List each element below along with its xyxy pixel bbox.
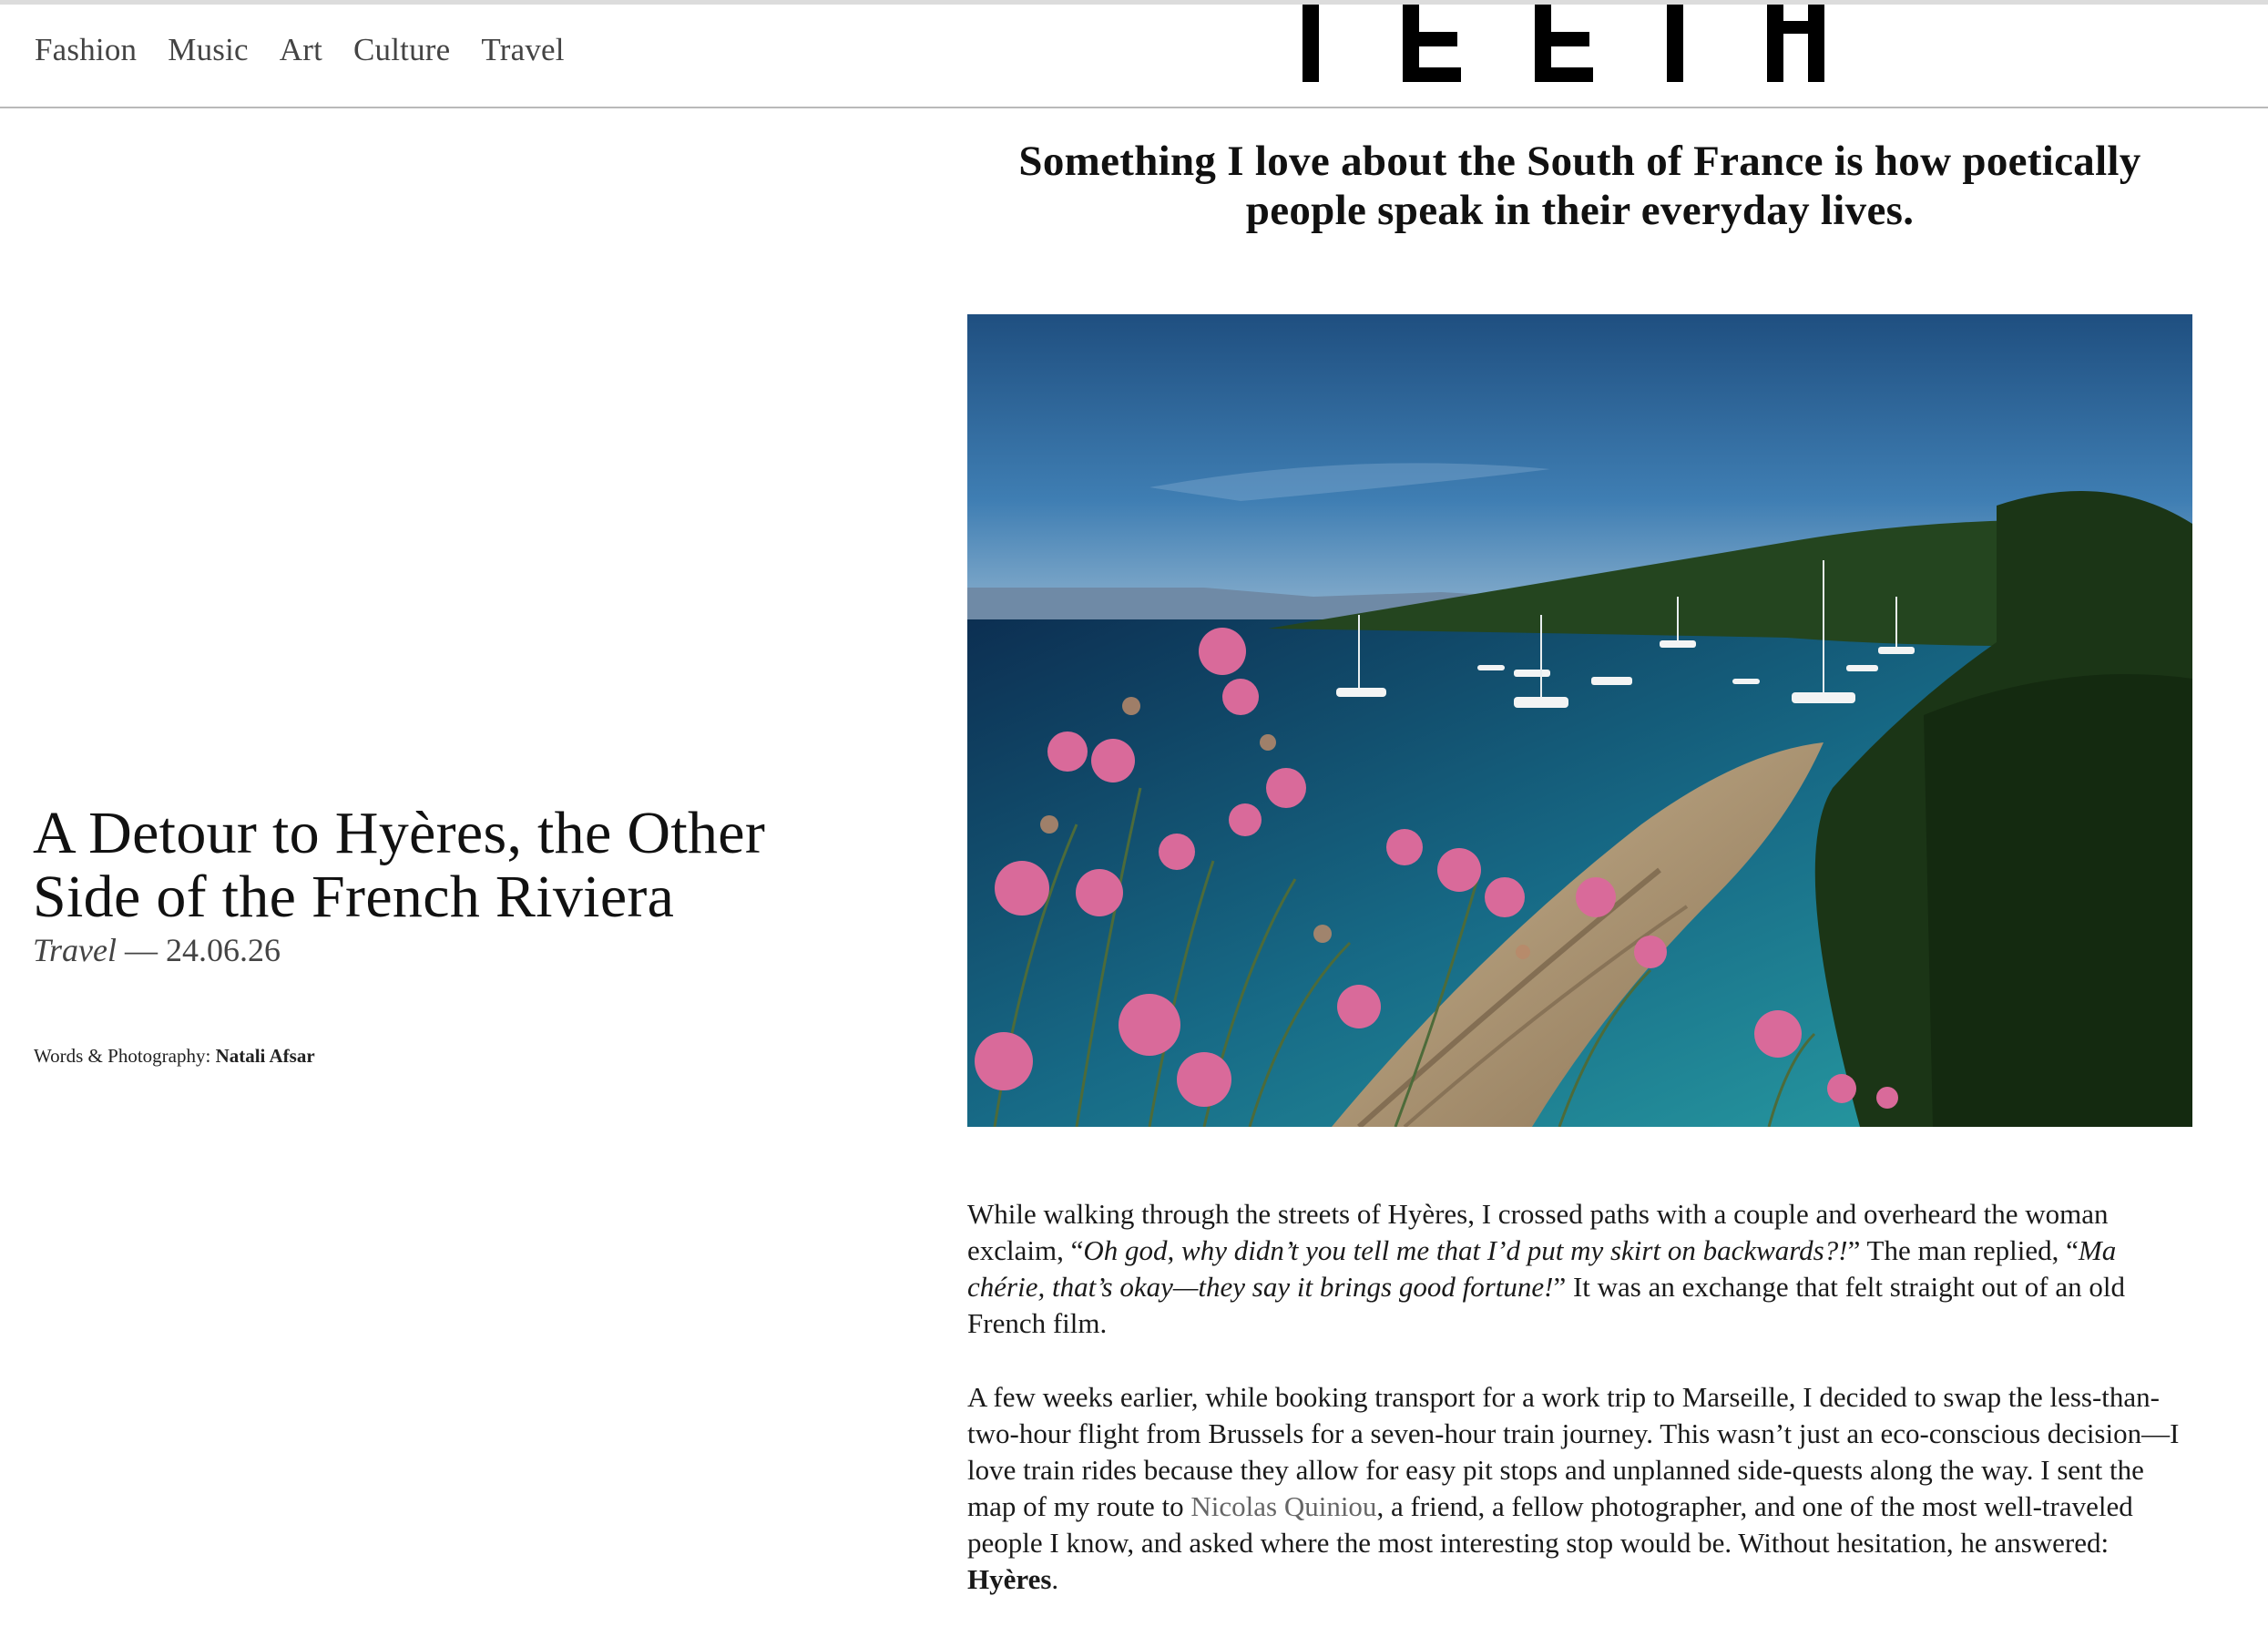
paragraph-1: While walking through the streets of Hyè… [967, 1196, 2192, 1342]
site-logo[interactable] [1293, 5, 1831, 82]
p2-text-3: . [1051, 1563, 1059, 1595]
nav-culture[interactable]: Culture [353, 32, 450, 68]
article-body: Something I love about the South of Fran… [967, 137, 2192, 1595]
logo-wordmark [1303, 5, 1824, 82]
article-meta: Travel — 24.06.26 [33, 931, 853, 969]
site-header: Fashion Music Art Culture Travel [0, 5, 2268, 108]
photo-illustration [967, 314, 2192, 1127]
publish-date: 24.06.26 [166, 932, 281, 968]
p2-bold-hyeres: Hyères [967, 1563, 1052, 1595]
nav-art[interactable]: Art [280, 32, 322, 68]
article-title: A Detour to Hyères, the Other Side of th… [33, 800, 766, 930]
p1-quote-1: Oh god, why didn’t you tell me that I’d … [1083, 1234, 1848, 1266]
nicolas-quiniou-link[interactable]: Nicolas Quiniou [1190, 1490, 1376, 1522]
credits-author[interactable]: Natali Afsar [216, 1045, 315, 1067]
meta-separator: — [117, 932, 167, 968]
p1-text-2: ” The man replied, “ [1847, 1234, 2079, 1266]
article-credits: Words & Photography: Natali Afsar [34, 1045, 315, 1068]
credits-label: Words & Photography: [34, 1045, 216, 1067]
category-link[interactable]: Travel [33, 932, 117, 968]
paragraph-2: A few weeks earlier, while booking trans… [967, 1379, 2192, 1598]
pull-quote: Something I love about the South of Fran… [1018, 138, 2141, 234]
nav-music[interactable]: Music [168, 32, 249, 68]
article-photo [967, 314, 2192, 1127]
nav-travel[interactable]: Travel [481, 32, 564, 68]
main-nav: Fashion Music Art Culture Travel [35, 32, 565, 68]
article-header: A Detour to Hyères, the Other Side of th… [33, 802, 853, 969]
article-text: While walking through the streets of Hyè… [967, 1196, 2192, 1635]
nav-fashion[interactable]: Fashion [35, 32, 137, 68]
